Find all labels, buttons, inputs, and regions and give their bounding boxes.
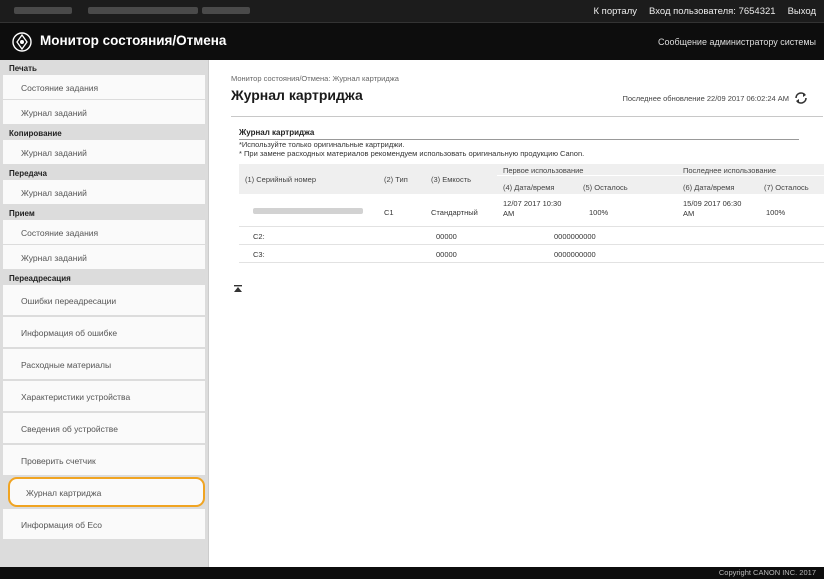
login-info: Вход пользователя: 7654321 — [649, 6, 776, 17]
redacted-serial — [253, 208, 363, 214]
header-divider — [497, 175, 824, 176]
sidebar-item-consumables[interactable]: Расходные материалы — [3, 349, 205, 379]
col-first-datetime: (4) Дата/время — [503, 183, 555, 192]
col-serial: (1) Серийный номер — [245, 175, 317, 184]
admin-message-link[interactable]: Сообщение администратору системы — [658, 37, 816, 47]
cell-c2-label: C2: — [253, 232, 265, 241]
sidebar-item-send-job-log[interactable]: Журнал заданий — [3, 180, 205, 204]
note-genuine: *Используйте только оригинальные картрид… — [239, 140, 405, 149]
app-header: Монитор состояния/Отмена Сообщение админ… — [0, 22, 824, 60]
main-content: Монитор состояния/Отмена: Журнал картрид… — [208, 60, 824, 567]
sidebar-item-eco-info[interactable]: Информация об Eco — [3, 509, 205, 539]
app-title: Монитор состояния/Отмена — [40, 33, 227, 48]
breadcrumb: Монитор состояния/Отмена: Журнал картрид… — [231, 74, 399, 83]
cell-last-datetime: 15/09 2017 06:30 AM — [683, 199, 742, 218]
last-update-text: Последнее обновление 22/09 2017 06:02:24… — [622, 94, 789, 103]
sidebar-item-receive-job-log[interactable]: Журнал заданий — [3, 245, 205, 269]
portal-link[interactable]: К порталу — [594, 6, 638, 17]
redacted-text — [14, 7, 72, 14]
sidebar-item-print-job-status[interactable]: Состояние задания — [3, 75, 205, 99]
sidebar-item-device-features[interactable]: Характеристики устройства — [3, 381, 205, 411]
cell-first-datetime: 12/07 2017 10:30 AM — [503, 199, 562, 218]
logout-link[interactable]: Выход — [788, 6, 816, 17]
sidebar-item-print-job-log[interactable]: Журнал заданий — [3, 100, 205, 124]
top-bar: К порталу Вход пользователя: 7654321 Вых… — [0, 0, 824, 22]
cell-first-remaining: 100% — [589, 208, 609, 217]
sidebar-head-receive: Прием — [9, 209, 35, 218]
sidebar-item-device-info[interactable]: Сведения об устройстве — [3, 413, 205, 443]
cell-c2-capacity: 00000 — [436, 232, 457, 241]
cell-c3-capacity: 00000 — [436, 250, 457, 259]
cell-last-remaining: 100% — [766, 208, 786, 217]
sidebar-item-receive-job-status[interactable]: Состояние задания — [3, 220, 205, 244]
scroll-to-top-icon[interactable] — [233, 284, 243, 294]
divider — [231, 116, 823, 117]
redacted-text — [88, 7, 198, 14]
copyright-text: Copyright CANON INC. 2017 — [718, 568, 816, 577]
section-title: Журнал картриджа — [239, 128, 315, 137]
footer: Copyright CANON INC. 2017 — [0, 567, 824, 579]
monitor-logo-icon — [12, 32, 32, 52]
cell-c3-value: 0000000000 — [554, 250, 596, 259]
row-divider — [239, 262, 824, 263]
cartridge-log-section: Журнал картриджа *Используйте только ори… — [239, 128, 799, 158]
cell-c2-value: 0000000000 — [554, 232, 596, 241]
note-recommend: * При замене расходных материалов рекоме… — [239, 149, 585, 158]
login-value: 7654321 — [738, 5, 776, 17]
sidebar-item-error-info[interactable]: Информация об ошибке — [3, 317, 205, 347]
sidebar-head-copy: Копирование — [9, 129, 62, 138]
col-type: (2) Тип — [384, 175, 408, 184]
col-last-use: Последнее использование — [683, 166, 777, 175]
col-last-datetime: (6) Дата/время — [683, 183, 735, 192]
sidebar-item-check-counter[interactable]: Проверить счетчик — [3, 445, 205, 475]
sidebar-item-cartridge-log[interactable]: Журнал картриджа — [8, 477, 205, 507]
col-capacity: (3) Емкость — [431, 175, 472, 184]
cell-capacity: Стандартный — [431, 208, 478, 217]
sidebar-item-copy-job-log[interactable]: Журнал заданий — [3, 140, 205, 164]
cell-type: C1 — [384, 208, 394, 217]
sidebar-head-forward: Переадресация — [9, 274, 71, 283]
col-first-remaining: (5) Осталось — [583, 183, 628, 192]
row-divider — [239, 244, 824, 245]
redacted-text — [202, 7, 250, 14]
row-divider — [239, 226, 824, 227]
cell-c3-label: C3: — [253, 250, 265, 259]
sidebar: Печать Состояние задания Журнал заданий … — [0, 60, 208, 567]
sidebar-item-forward-errors[interactable]: Ошибки переадресации — [3, 285, 205, 315]
col-first-use: Первое использование — [503, 166, 584, 175]
col-last-remaining: (7) Осталось — [764, 183, 809, 192]
refresh-icon[interactable] — [794, 92, 808, 104]
login-label: Вход пользователя: — [649, 5, 736, 17]
page-title: Журнал картриджа — [231, 87, 363, 103]
sidebar-head-send: Передача — [9, 169, 47, 178]
sidebar-head-print: Печать — [9, 64, 37, 73]
